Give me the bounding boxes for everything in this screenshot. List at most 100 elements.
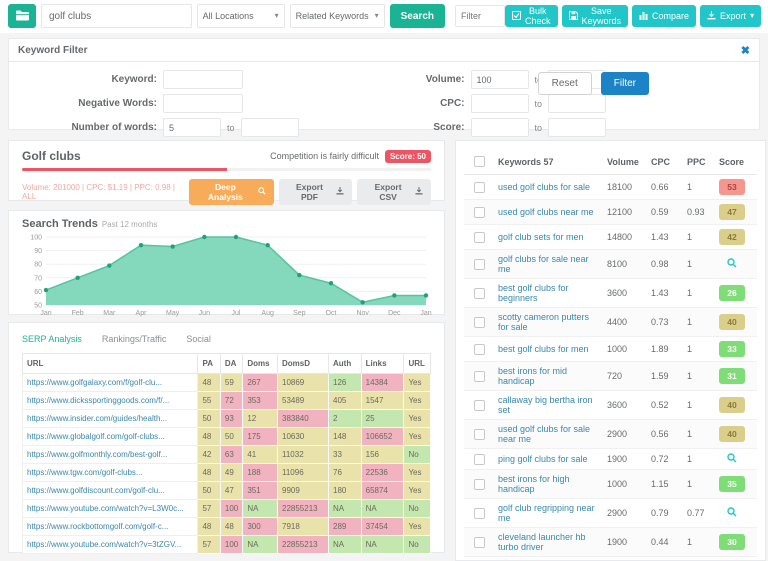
keyword-row: golf club regripping near me 2900 0.79 0.77	[464, 498, 757, 529]
keyword-link[interactable]: golf club sets for men	[498, 232, 584, 242]
toolbar-buttons: Bulk Check Save Keywords Compare Export …	[505, 5, 762, 27]
keyword-filter-input[interactable]	[163, 70, 243, 89]
serp-metric-cell: No	[403, 445, 431, 464]
serp-row: https://www.youtube.com/watch?v=3tZGV...…	[21, 535, 431, 554]
score-badge: 26	[719, 285, 745, 302]
row-checkbox[interactable]	[473, 343, 485, 355]
row-checkbox[interactable]	[473, 453, 485, 465]
serp-url-cell: https://www.insider.com/guides/health...	[21, 409, 199, 428]
row-checkbox[interactable]	[473, 206, 485, 218]
keyword-link[interactable]: best irons for mid handicap	[498, 366, 567, 386]
keyword-type-select[interactable]: Related Keywords ▾	[289, 4, 385, 28]
filter-button[interactable]: Filter	[600, 72, 649, 95]
keyword-link[interactable]: callaway big bertha iron set	[498, 395, 593, 415]
serp-metric-cell: 22855213	[277, 499, 329, 518]
serp-url-link[interactable]: https://www.youtube.com/watch?v=L3W0c...	[27, 504, 184, 513]
to-label: to	[227, 122, 235, 133]
serp-url-link[interactable]: https://www.youtube.com/watch?v=3tZGV...	[27, 540, 181, 549]
deep-analysis-button[interactable]: Deep Analysis	[189, 179, 274, 205]
row-checkbox[interactable]	[473, 370, 485, 382]
analyze-magnifier-icon[interactable]	[719, 453, 737, 465]
ppc-cell: 1	[683, 249, 715, 280]
serp-metric-cell: 55	[197, 391, 221, 410]
reset-button[interactable]: Reset	[537, 72, 592, 95]
keyword-link[interactable]: ping golf clubs for sale	[498, 454, 588, 464]
keyword-link[interactable]: used golf clubs for sale	[498, 182, 590, 192]
compare-label: Compare	[652, 11, 690, 21]
cpc-min-input[interactable]	[470, 94, 529, 113]
row-checkbox[interactable]	[473, 181, 485, 193]
select-all-checkbox[interactable]	[473, 156, 485, 168]
keyword-link[interactable]: best golf clubs for beginners	[498, 283, 569, 303]
serp-table-body: https://www.golfgalaxy.com/f/golf-clu...…	[21, 373, 431, 554]
ppc-cell: 1	[683, 174, 715, 201]
keyword-link[interactable]: best irons for high handicap	[498, 474, 570, 494]
row-checkbox[interactable]	[473, 258, 485, 270]
search-button[interactable]: Search	[389, 4, 445, 28]
keyword-link[interactable]: cleveland launcher hb turbo driver	[498, 532, 586, 552]
serp-col-doms: Doms	[242, 353, 278, 374]
serp-metric-cell: 353	[242, 391, 278, 410]
cpc-max-input[interactable]	[548, 94, 607, 113]
serp-url-link[interactable]: https://www.dickssportinggoods.com/f/...	[27, 396, 169, 405]
keyword-link[interactable]: used golf clubs near me	[498, 207, 594, 217]
tab-serp-analysis[interactable]: SERP Analysis	[22, 334, 82, 344]
serp-url-link[interactable]: https://www.golfdiscount.com/golf-clu...	[27, 486, 165, 495]
row-checkbox[interactable]	[473, 399, 485, 411]
keyword-row: best irons for high handicap 1000 1.15 1 35	[464, 469, 757, 500]
svg-text:50: 50	[34, 303, 42, 310]
serp-analysis-panel: SERP Analysis Rankings/Traffic Social UR…	[8, 322, 445, 554]
serp-metric-cell: 148	[328, 427, 362, 446]
svg-text:Jan: Jan	[40, 310, 51, 317]
search-input[interactable]	[41, 4, 192, 28]
negative-words-input[interactable]	[163, 94, 243, 113]
close-icon[interactable]: ✖	[741, 44, 750, 57]
score-min-input[interactable]	[470, 118, 529, 137]
keyword-link[interactable]: golf club regripping near me	[498, 503, 595, 523]
results-filter-input[interactable]	[455, 5, 505, 27]
row-checkbox[interactable]	[473, 536, 485, 548]
results-toolbar: Bulk Check Save Keywords Compare Export …	[455, 4, 762, 28]
keyword-link[interactable]: used golf clubs for sale near me	[498, 424, 590, 444]
keyword-row: ping golf clubs for sale 1900 0.72 1	[464, 448, 757, 471]
serp-url-link[interactable]: https://www.golfmonthly.com/best-golf...	[27, 450, 167, 459]
cpc-cell: 0.59	[647, 199, 683, 226]
keyword-link[interactable]: best golf clubs for men	[498, 344, 589, 354]
export-csv-button[interactable]: Export CSV	[357, 179, 431, 205]
compare-button[interactable]: Compare	[632, 5, 697, 27]
serp-url-link[interactable]: https://www.globalgolf.com/golf-clubs...	[27, 432, 165, 441]
serp-url-link[interactable]: https://www.tgw.com/golf-clubs...	[27, 468, 143, 477]
keyword-link[interactable]: golf clubs for sale near me	[498, 254, 589, 274]
location-select[interactable]: All Locations ▾	[196, 4, 285, 28]
number-of-words-min-input[interactable]	[163, 118, 221, 137]
row-checkbox[interactable]	[473, 507, 485, 519]
serp-url-link[interactable]: https://www.insider.com/guides/health...	[27, 414, 167, 423]
row-checkbox[interactable]	[473, 478, 485, 490]
serp-url-link[interactable]: https://www.rockbottomgolf.com/golf-c...	[27, 522, 168, 531]
score-max-input[interactable]	[548, 118, 607, 137]
analyze-magnifier-icon[interactable]	[719, 258, 737, 270]
serp-col-url: URL	[21, 353, 199, 374]
location-select-value: All Locations	[202, 11, 254, 21]
search-bar-group: All Locations ▾ Related Keywords ▾ Searc…	[8, 4, 445, 28]
tab-social[interactable]: Social	[186, 334, 211, 344]
keyword-link[interactable]: scotty cameron putters for sale	[498, 312, 589, 332]
row-checkbox[interactable]	[473, 287, 485, 299]
export-pdf-button[interactable]: Export PDF	[278, 179, 353, 205]
keyword-row: golf clubs for sale near me 8100 0.98 1	[464, 249, 757, 280]
number-of-words-max-input[interactable]	[240, 118, 299, 137]
cpc-cell: 0.52	[647, 390, 683, 421]
volume-min-input[interactable]	[470, 70, 529, 89]
serp-url-link[interactable]: https://www.golfgalaxy.com/f/golf-clu...	[27, 378, 162, 387]
bulk-check-button[interactable]: Bulk Check	[505, 5, 558, 27]
export-button[interactable]: Export ▾	[700, 5, 762, 27]
row-checkbox[interactable]	[473, 428, 485, 440]
competition-bar-fill	[22, 168, 227, 171]
tab-rankings-traffic[interactable]: Rankings/Traffic	[102, 334, 167, 344]
project-folder-button[interactable]	[8, 4, 36, 28]
analyze-magnifier-icon[interactable]	[719, 507, 737, 519]
row-checkbox[interactable]	[473, 316, 485, 328]
row-checkbox[interactable]	[473, 231, 485, 243]
save-keywords-button[interactable]: Save Keywords	[561, 5, 629, 27]
keyword-row: golf club sets for men 14800 1.43 1 42	[464, 224, 757, 251]
